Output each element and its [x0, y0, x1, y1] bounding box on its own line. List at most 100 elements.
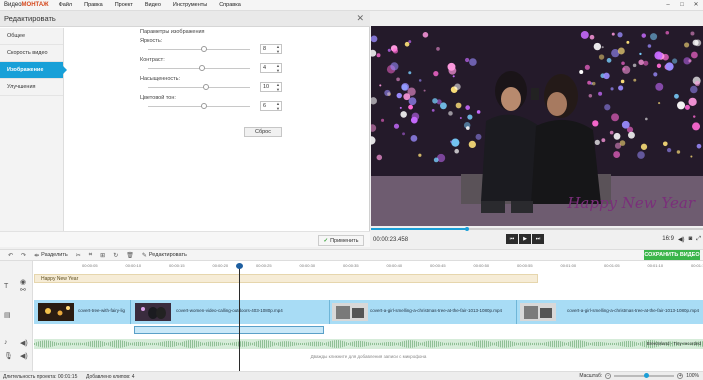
mic-volume-icon[interactable]: ◀): [20, 352, 28, 360]
value-spinner[interactable]: 10 ▲ ▼: [260, 82, 282, 92]
waveform-bar: [592, 342, 593, 346]
waveform-bar: [102, 341, 103, 347]
selected-clip-range[interactable]: [134, 326, 324, 334]
crop-icon[interactable]: ⌗: [89, 252, 92, 259]
slider-knob[interactable]: [203, 84, 210, 90]
menu-video[interactable]: Видео: [139, 2, 167, 8]
audio-track[interactable]: Breezeland - Tiny-recorded: [34, 339, 703, 349]
waveform-bar: [70, 342, 71, 346]
value-spinner[interactable]: 8 ▲ ▼: [260, 44, 282, 54]
undo-icon[interactable]: ↶: [8, 252, 13, 259]
edit-panel: Редактировать ✕ Общее Скорость видео Изо…: [0, 11, 370, 247]
cut-icon[interactable]: ✂: [76, 252, 81, 259]
waveform-bar: [390, 342, 391, 346]
prev-frame-icon[interactable]: ⏮: [506, 234, 518, 244]
filter-icon[interactable]: ⊞: [100, 252, 105, 259]
zoom-slider[interactable]: [614, 373, 675, 378]
video-clip[interactable]: covert-a-girl-smelling-a-christmas-tree-…: [330, 300, 517, 324]
zoom-in-icon[interactable]: +: [677, 373, 684, 379]
sidebar-item-general[interactable]: Общее: [0, 28, 63, 45]
slider-track[interactable]: [148, 106, 250, 107]
minimize-icon[interactable]: –: [661, 0, 675, 11]
spinner-arrows-icon[interactable]: ▲ ▼: [276, 44, 280, 54]
redo-icon[interactable]: ↷: [21, 252, 26, 259]
waveform-bar: [286, 341, 287, 347]
sidebar-item-speed[interactable]: Скорость видео: [0, 45, 63, 62]
play-icon[interactable]: ▶: [519, 234, 531, 244]
bokeh-light: [613, 151, 621, 158]
visibility-icon[interactable]: ◉: [20, 278, 26, 286]
value-spinner[interactable]: 6 ▲ ▼: [260, 101, 282, 111]
slider-knob[interactable]: [201, 103, 208, 109]
apply-button[interactable]: ✓ Применить: [318, 235, 364, 246]
track-volume-icon[interactable]: ◀): [20, 339, 28, 347]
menu-file[interactable]: Файл: [53, 2, 79, 8]
bokeh-light: [402, 132, 406, 136]
video-clip[interactable]: covert-tree-with-fairy-lig: [34, 300, 131, 324]
bokeh-light: [593, 42, 602, 51]
maximize-icon[interactable]: □: [675, 0, 689, 11]
preview-scrubber[interactable]: [371, 227, 703, 231]
split-button[interactable]: Разделить: [41, 252, 68, 258]
mic-track-hint[interactable]: Дважды кликните для добавления записи с …: [34, 352, 703, 362]
menu-help[interactable]: Справка: [213, 2, 247, 8]
sidebar-item-enhance[interactable]: Улучшения: [0, 79, 63, 96]
bokeh-light: [656, 63, 662, 68]
waveform-bar: [526, 342, 527, 346]
slider-knob[interactable]: [201, 46, 208, 52]
fullscreen-icon[interactable]: ⤢: [696, 236, 701, 243]
video-preview[interactable]: Happy New Year: [371, 26, 703, 226]
slider-knob[interactable]: [199, 65, 206, 71]
waveform-bar: [348, 342, 349, 346]
spinner-arrows-icon[interactable]: ▲ ▼: [276, 82, 280, 92]
value-spinner[interactable]: 4 ▲ ▼: [260, 63, 282, 73]
menu-project[interactable]: Проект: [109, 2, 139, 8]
save-video-button[interactable]: СОХРАНИТЬ ВИДЕО: [644, 250, 700, 260]
title-clip[interactable]: Happy New Year: [34, 274, 538, 283]
close-window-icon[interactable]: ✕: [689, 0, 703, 11]
reset-button[interactable]: Сброс: [244, 127, 282, 137]
menu-edit[interactable]: Правка: [78, 2, 109, 8]
bokeh-light: [692, 122, 701, 131]
bokeh-light: [598, 54, 605, 60]
zoom-out-icon[interactable]: -: [605, 373, 612, 379]
edit-button[interactable]: Редактировать: [149, 252, 187, 258]
edit-icon[interactable]: ✎: [142, 252, 147, 259]
waveform-bar: [82, 342, 83, 346]
bokeh-light: [459, 116, 462, 119]
video-clip[interactable]: covert-women-video-calling-outdoors-403-…: [131, 300, 330, 324]
slider-track[interactable]: [148, 87, 250, 88]
delete-icon[interactable]: 🗑: [126, 252, 134, 259]
rotate-icon[interactable]: ↻: [113, 252, 118, 259]
panel-title: Редактировать: [4, 14, 56, 23]
aspect-ratio-select[interactable]: 16:9: [662, 236, 674, 243]
waveform-bar: [320, 342, 321, 346]
time-ruler[interactable]: 00:00:05 00:00:10 00:00:15 00:00:20 00:00:25…: [34, 263, 703, 271]
waveform-bar: [508, 340, 509, 348]
waveform-bar: [514, 342, 515, 346]
spinner-arrows-icon[interactable]: ▲ ▼: [276, 101, 280, 111]
clip-name: covert-tree-with-fairy-lig: [78, 308, 126, 313]
waveform-bar: [394, 342, 395, 346]
bokeh-light: [408, 97, 417, 106]
bokeh-light: [433, 70, 439, 77]
bokeh-light: [632, 63, 637, 68]
split-icon[interactable]: ⇹: [34, 252, 39, 259]
link-icon[interactable]: ⚯: [20, 286, 26, 294]
menu-tools[interactable]: Инструменты: [167, 2, 213, 8]
waveform-bar: [110, 341, 111, 347]
bokeh-light: [588, 94, 593, 98]
video-clip[interactable]: covert-a-girl-smelling-a-christmas-tree-…: [517, 300, 703, 324]
playhead[interactable]: [236, 263, 243, 371]
close-icon[interactable]: ✕: [356, 13, 364, 24]
next-frame-icon[interactable]: ⏭: [532, 234, 544, 244]
spinner-arrows-icon[interactable]: ▲ ▼: [276, 63, 280, 73]
slider-track[interactable]: [148, 49, 250, 50]
volume-icon[interactable]: ◀): [678, 236, 685, 243]
waveform-bar: [562, 341, 563, 347]
snapshot-icon[interactable]: ◙: [689, 236, 693, 243]
sidebar-item-image[interactable]: Изображение: [0, 62, 67, 79]
waveform-bar: [72, 342, 73, 346]
waveform-bar: [362, 341, 363, 347]
waveform-bar: [252, 342, 253, 346]
